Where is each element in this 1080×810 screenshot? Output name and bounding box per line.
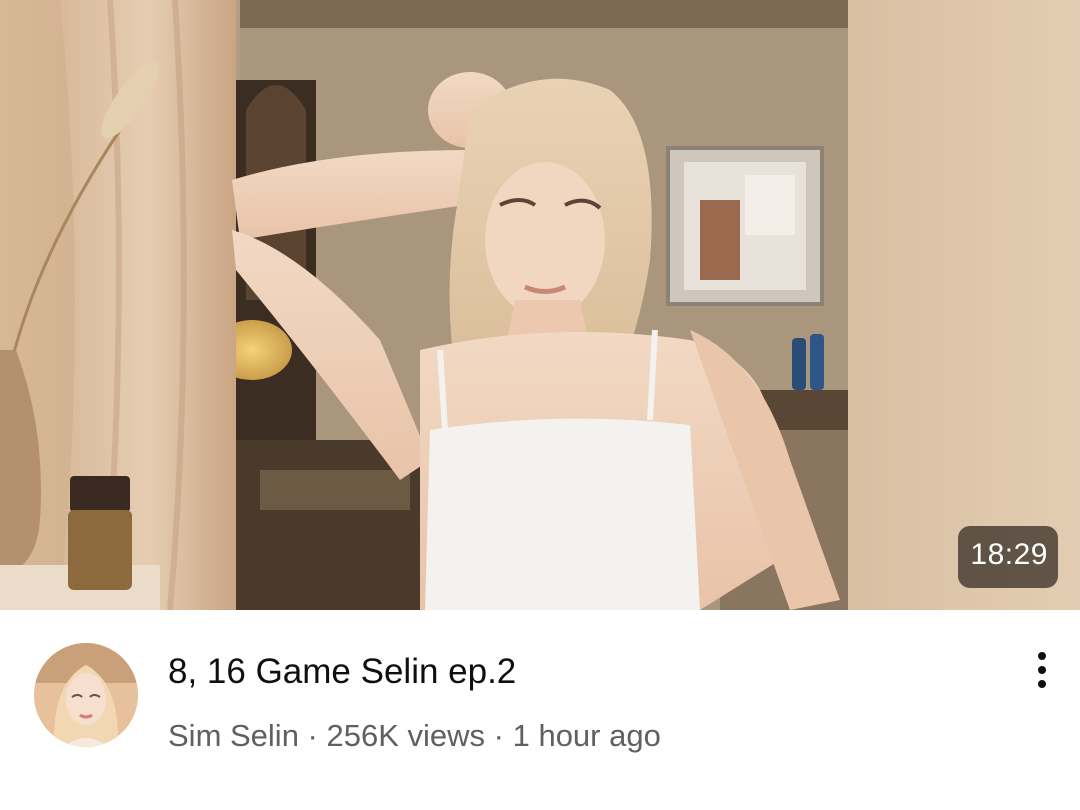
channel-avatar[interactable] xyxy=(34,643,138,747)
published-time: 1 hour ago xyxy=(512,718,661,753)
separator: · xyxy=(485,718,513,753)
thumbnail-image xyxy=(0,0,1080,610)
avatar-image xyxy=(34,643,138,747)
video-card[interactable]: 18:29 8, 16 Game Selin ep.2 Sim Selin · … xyxy=(0,0,1080,810)
duration-badge: 18:29 xyxy=(958,526,1058,588)
separator: · xyxy=(298,718,327,753)
channel-name[interactable]: Sim Selin xyxy=(168,718,299,753)
video-thumbnail[interactable]: 18:29 xyxy=(0,0,1080,610)
video-metadata: Sim Selin · 256K views · 1 hour ago xyxy=(168,716,661,756)
video-title[interactable]: 8, 16 Game Selin ep.2 xyxy=(168,650,516,694)
more-options-button[interactable] xyxy=(1020,648,1064,692)
view-count: 256K views xyxy=(326,718,486,753)
video-details: 8, 16 Game Selin ep.2 Sim Selin · 256K v… xyxy=(0,610,1080,810)
